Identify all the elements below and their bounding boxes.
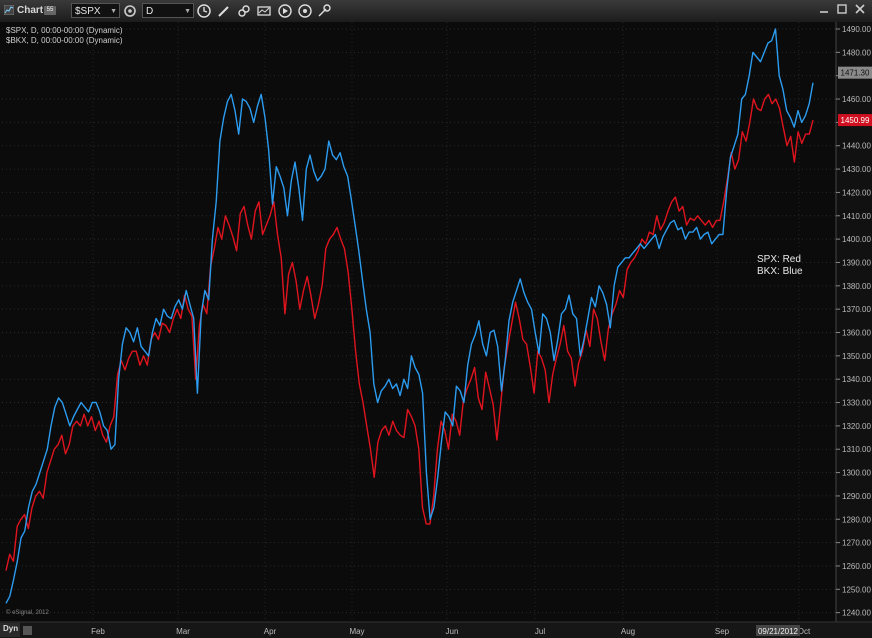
link-icon[interactable] — [236, 3, 252, 19]
window-title: Chart — [17, 5, 44, 16]
price-chart[interactable]: 1240.00 1250.00 1260.00 1270.00 1280.00 1290.… — [0, 22, 872, 638]
date-tick-label: Jul — [535, 627, 545, 636]
price-tick-label: 1310.00 — [842, 445, 871, 454]
date-tick-label: Sep — [715, 627, 730, 636]
pencil-icon[interactable] — [216, 3, 232, 19]
last-price-bkx: 1471.30 — [841, 69, 870, 78]
maximize-icon[interactable] — [835, 2, 849, 16]
price-axis: 1240.00 1250.00 1260.00 1270.00 1280.00 1290.… — [835, 22, 872, 622]
minimize-icon[interactable] — [817, 2, 831, 16]
price-tick-label: 1400.00 — [842, 235, 871, 244]
interval-value: D — [146, 6, 154, 17]
close-icon[interactable] — [853, 2, 867, 16]
price-tick-label: 1300.00 — [842, 469, 871, 478]
price-tick-label: 1410.00 — [842, 212, 871, 221]
date-tick-label: Jun — [446, 627, 459, 636]
symbol-settings-icon[interactable] — [122, 3, 138, 19]
window-badge: 55 — [44, 6, 56, 15]
symbol-input[interactable]: $SPX ▼ — [71, 3, 120, 18]
pin-icon[interactable] — [316, 3, 332, 19]
price-tick-label: 1390.00 — [842, 258, 871, 267]
price-tick-label: 1360.00 — [842, 329, 871, 338]
play-icon[interactable] — [277, 3, 293, 19]
copyright-text: © eSignal, 2012 — [6, 610, 49, 616]
price-tick-label: 1340.00 — [842, 375, 871, 384]
legend-bkx: $BKX, D, 00:00-00:00 (Dynamic) — [6, 36, 123, 45]
symbol-value: $SPX — [75, 6, 101, 17]
price-tick-label: 1480.00 — [842, 48, 871, 57]
interval-dropdown-icon[interactable]: ▼ — [184, 4, 191, 19]
interval-input[interactable]: D ▼ — [142, 3, 194, 18]
date-tick-label: Aug — [621, 627, 635, 636]
price-axis-panel — [836, 22, 872, 622]
price-tick-label: 1260.00 — [842, 562, 871, 571]
clock-icon[interactable] — [196, 3, 212, 19]
price-tick-label: 1290.00 — [842, 492, 871, 501]
date-tick-label: Feb — [91, 627, 105, 636]
price-tick-label: 1280.00 — [842, 515, 871, 524]
date-axis: Feb Mar Apr May Jun Jul Aug Sep Oct09/21/2012 — [0, 621, 872, 638]
annotation-spx: SPX: Red — [757, 254, 801, 265]
date-axis-panel — [0, 622, 872, 638]
date-tick-label: May — [349, 627, 364, 636]
price-tick-label: 1440.00 — [842, 142, 871, 151]
price-tick-label: 1250.00 — [842, 585, 871, 594]
price-tick-label: 1350.00 — [842, 352, 871, 361]
date-tick-label: Apr — [264, 627, 277, 636]
last-price-spx: 1450.99 — [841, 116, 870, 125]
price-tick-label: 1420.00 — [842, 188, 871, 197]
price-tick-label: 1460.00 — [842, 95, 871, 104]
legend-spx: $SPX, D, 00:00-00:00 (Dynamic) — [6, 26, 123, 35]
refresh-icon[interactable] — [297, 3, 313, 19]
price-tick-label: 1240.00 — [842, 609, 871, 618]
annotation-bkx: BKX: Blue — [757, 266, 803, 277]
price-tick-label: 1370.00 — [842, 305, 871, 314]
price-tick-label: 1270.00 — [842, 539, 871, 548]
price-tick-label: 1330.00 — [842, 399, 871, 408]
chart-window-titlebar: Chart 55 $SPX ▼ D ▼ — [0, 0, 872, 23]
dyn-toggle-icon[interactable] — [23, 626, 32, 635]
price-tick-label: 1430.00 — [842, 165, 871, 174]
price-tick-label: 1320.00 — [842, 422, 871, 431]
chart-type-icon[interactable] — [256, 3, 272, 19]
date-tick-label: Mar — [176, 627, 190, 636]
cursor-date-label: 09/21/2012 — [758, 627, 799, 636]
dyn-label[interactable]: Dyn — [3, 624, 18, 633]
price-tick-label: 1380.00 — [842, 282, 871, 291]
chart-window-icon — [4, 5, 14, 15]
price-tick-label: 1490.00 — [842, 25, 871, 34]
symbol-dropdown-icon[interactable]: ▼ — [110, 4, 117, 19]
